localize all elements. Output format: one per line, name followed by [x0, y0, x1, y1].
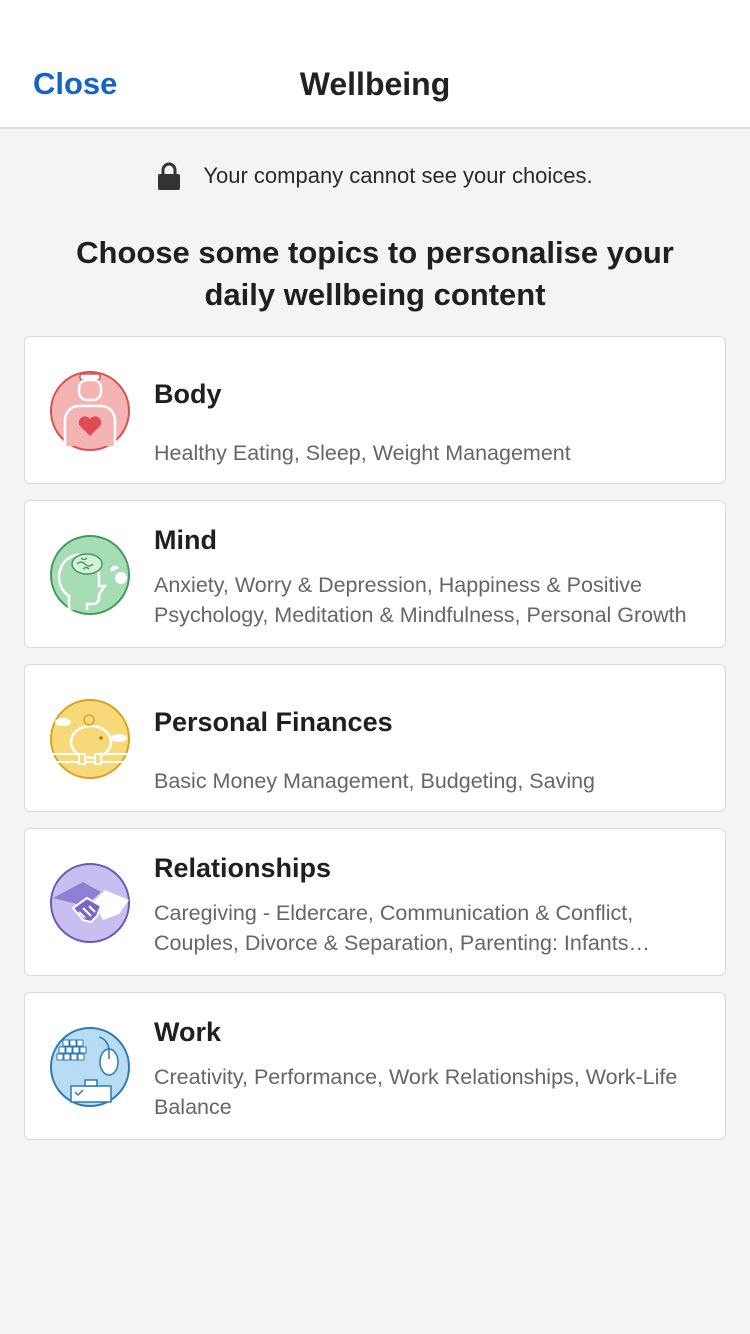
topic-card-relationships[interactable]: Relationships Caregiving - Eldercare, Co… — [24, 828, 726, 976]
topic-description: Creativity, Performance, Work Relationsh… — [154, 1065, 678, 1119]
topic-card-work[interactable]: Work Creativity, Performance, Work Relat… — [24, 992, 726, 1140]
topic-description: Caregiving - Eldercare, Communication & … — [154, 901, 634, 955]
topic-card-body[interactable]: Body Healthy Eating, Sleep, Weight Manag… — [24, 336, 726, 484]
computer-desk-icon — [49, 1026, 131, 1108]
mind-brain-icon — [49, 534, 131, 616]
lock-icon — [157, 162, 181, 190]
topic-description: Healthy Eating, Sleep, Weight Management — [154, 441, 571, 465]
topic-card-mind[interactable]: Mind Anxiety, Worry & Depression, Happin… — [24, 500, 726, 648]
body-heart-icon — [49, 370, 131, 452]
topic-card-personal-finances[interactable]: Personal Finances Basic Money Management… — [24, 664, 726, 812]
topic-title: Relationships — [154, 853, 332, 883]
topic-description: Anxiety, Worry & Depression, Happiness &… — [154, 573, 687, 627]
section-heading: Choose some topics to personalise your d… — [76, 235, 674, 312]
piggy-bank-icon — [49, 698, 131, 780]
close-button[interactable]: Close — [33, 64, 117, 104]
handshake-icon — [49, 862, 131, 944]
topic-title: Personal Finances — [154, 707, 393, 737]
topic-title: Mind — [154, 525, 217, 555]
privacy-notice: Your company cannot see your choices. — [0, 162, 750, 190]
topic-title: Body — [154, 379, 222, 409]
privacy-notice-text: Your company cannot see your choices. — [203, 163, 593, 188]
top-navigation-bar: Close Wellbeing — [0, 0, 750, 129]
topic-title: Work — [154, 1017, 222, 1047]
topic-description: Basic Money Management, Budgeting, Savin… — [154, 769, 596, 793]
